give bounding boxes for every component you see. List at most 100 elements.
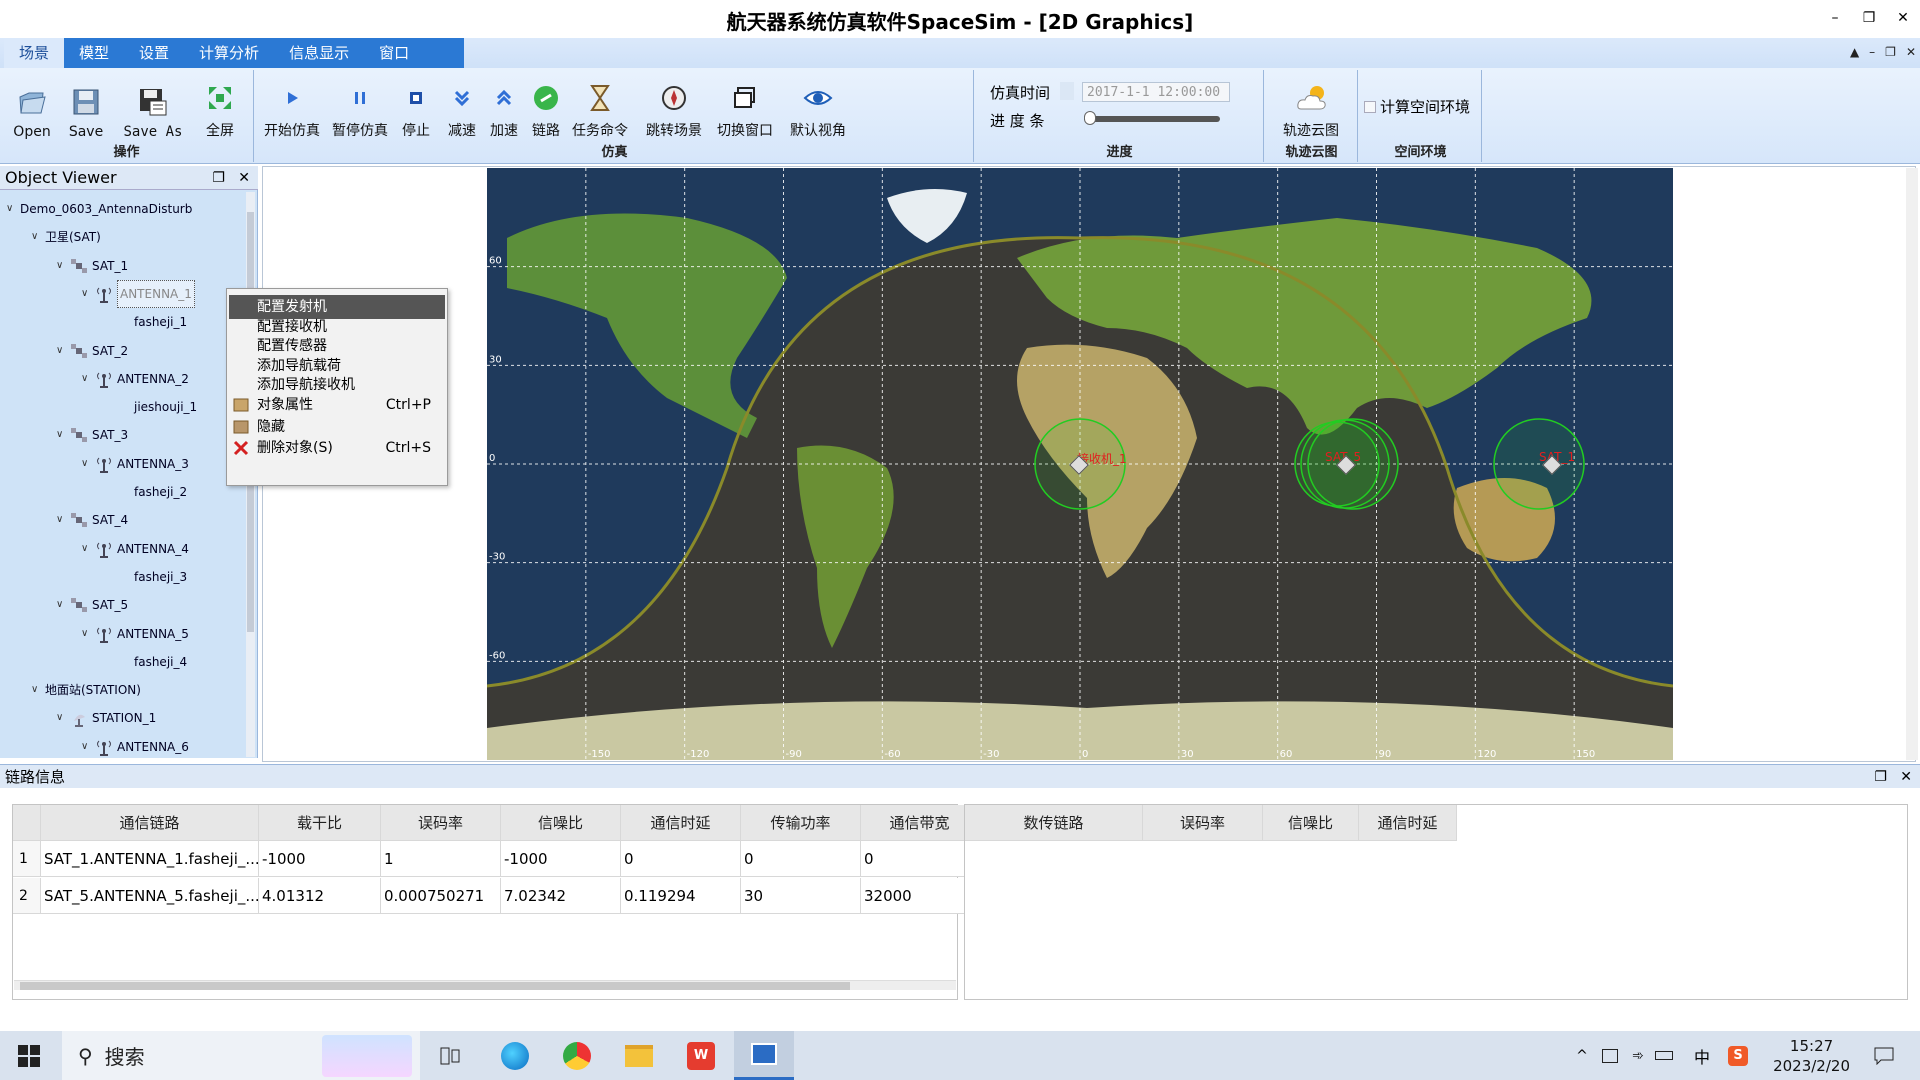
tree-item[interactable]: fasheji_3 xyxy=(120,564,187,590)
table-cell[interactable]: 0 xyxy=(741,841,861,877)
world-map[interactable]: -150 -120 -90 -60 -30 0 30 60 90 120 150 60 30 0 -30 -6… xyxy=(487,168,1673,760)
trajectory-cloud-button[interactable]: 轨迹云图 xyxy=(1276,72,1346,140)
expand-chevron-icon[interactable]: ∨ xyxy=(56,705,70,731)
speed-up-button[interactable]: 加速 xyxy=(484,72,524,140)
expand-chevron-icon[interactable]: ∨ xyxy=(56,592,70,618)
column-header[interactable]: 数传链路 xyxy=(965,805,1143,841)
tree-item[interactable]: ∨ ANTENNA_2 xyxy=(81,366,189,392)
tree-item[interactable]: ∨ SAT_1 xyxy=(56,253,128,279)
context-menu-item[interactable]: 删除对象(S) Ctrl+S xyxy=(229,436,445,460)
row-number[interactable]: 2 xyxy=(13,878,41,914)
mdi-close-icon[interactable]: ✕ xyxy=(1906,45,1916,59)
wifi-icon[interactable]: ➾ xyxy=(1626,1031,1650,1080)
column-header[interactable] xyxy=(13,805,41,841)
taskbar-search[interactable]: ⚲ 搜索 xyxy=(62,1031,420,1080)
mdi-restore-icon[interactable]: ❐ xyxy=(1885,45,1896,59)
tree-item[interactable]: fasheji_2 xyxy=(120,479,187,505)
column-header[interactable]: 通信时延 xyxy=(621,805,741,841)
tree-item[interactable]: ∨ SAT_5 xyxy=(56,592,128,618)
table-cell[interactable]: SAT_1.ANTENNA_1.fasheji_... xyxy=(41,841,259,877)
file-explorer-icon[interactable] xyxy=(616,1031,662,1080)
switch-window-button[interactable]: 切换窗口 xyxy=(712,72,778,140)
row-number[interactable]: 1 xyxy=(13,841,41,877)
tree-item[interactable]: fasheji_1 xyxy=(120,309,187,335)
tray-app-icon[interactable] xyxy=(1598,1031,1622,1080)
slow-down-button[interactable]: 减速 xyxy=(442,72,482,140)
default-view-button[interactable]: 默认视角 xyxy=(786,72,850,140)
menu-tab[interactable]: 设置 xyxy=(124,38,184,68)
menu-tab[interactable]: 场景 xyxy=(4,38,65,68)
sogou-ime-icon[interactable]: S xyxy=(1726,1031,1750,1080)
minimize-icon[interactable]: – xyxy=(1818,0,1852,36)
expand-chevron-icon[interactable]: ∨ xyxy=(31,224,45,250)
tree-item[interactable]: ∨ ANTENNA_1 xyxy=(81,279,195,308)
panel-close-icon[interactable]: ✕ xyxy=(238,170,250,186)
table-cell[interactable]: 1 xyxy=(381,841,501,877)
space-env-checkbox[interactable]: 计算空间环境 xyxy=(1364,96,1470,117)
column-header[interactable]: 信噪比 xyxy=(501,805,621,841)
tree-item[interactable]: ∨ ANTENNA_3 xyxy=(81,451,189,477)
menu-tab[interactable]: 计算分析 xyxy=(184,38,274,68)
column-header[interactable]: 信噪比 xyxy=(1263,805,1359,841)
expand-chevron-icon[interactable]: ∨ xyxy=(56,338,70,364)
table-cell[interactable]: 0 xyxy=(861,841,979,877)
expand-chevron-icon[interactable]: ∨ xyxy=(6,196,20,222)
column-header[interactable]: 误码率 xyxy=(381,805,501,841)
tree-item[interactable]: ∨ ANTENNA_5 xyxy=(81,621,189,647)
save-as-button[interactable]: Save As xyxy=(118,72,188,140)
table-cell[interactable]: -1000 xyxy=(501,841,621,877)
ime-indicator[interactable]: 中 xyxy=(1690,1031,1714,1080)
progress-slider-thumb[interactable] xyxy=(1084,111,1096,125)
checkbox-box[interactable] xyxy=(1364,100,1376,113)
menu-tab[interactable]: 窗口 xyxy=(364,38,424,68)
start-sim-button[interactable]: 开始仿真 xyxy=(262,72,322,140)
chrome-browser-icon[interactable] xyxy=(554,1031,600,1080)
expand-chevron-icon[interactable]: ∨ xyxy=(56,253,70,279)
panel-close-icon[interactable]: ✕ xyxy=(1900,769,1912,785)
tree-item[interactable]: ∨ SAT_3 xyxy=(56,422,128,448)
expand-chevron-icon[interactable]: ∨ xyxy=(31,677,45,703)
expand-chevron-icon[interactable]: ∨ xyxy=(81,536,95,562)
menu-tab[interactable]: 信息显示 xyxy=(274,38,364,68)
tree-item[interactable]: ∨ ANTENNA_4 xyxy=(81,536,189,562)
expand-chevron-icon[interactable]: ∨ xyxy=(81,621,95,647)
float-icon[interactable]: ❐ xyxy=(212,170,225,186)
column-header[interactable]: 传输功率 xyxy=(741,805,861,841)
expand-chevron-icon[interactable]: ∨ xyxy=(81,451,95,477)
close-icon[interactable]: ✕ xyxy=(1886,0,1920,36)
fullscreen-button[interactable]: 全屏 xyxy=(198,72,242,140)
jump-scene-button[interactable]: 跳转场景 xyxy=(642,72,706,140)
tree-item[interactable]: jieshouji_1 xyxy=(120,394,197,420)
spacesim-app-icon[interactable] xyxy=(734,1031,794,1080)
viewport-scrollbar[interactable] xyxy=(1906,168,1918,760)
save-button[interactable]: Save xyxy=(64,72,108,140)
progress-slider-track[interactable] xyxy=(1084,116,1220,122)
column-header[interactable]: 通信时延 xyxy=(1359,805,1457,841)
column-header[interactable]: 通信带宽 xyxy=(861,805,979,841)
task-view-icon[interactable] xyxy=(430,1031,470,1080)
table-cell[interactable]: 30 xyxy=(741,878,861,914)
expand-chevron-icon[interactable]: ∨ xyxy=(81,366,95,392)
start-button[interactable] xyxy=(0,1031,58,1080)
tree-item[interactable]: ∨ 地面站(STATION) xyxy=(31,677,141,703)
link-button[interactable]: 链路 xyxy=(526,72,566,140)
tray-chevron-icon[interactable]: ^ xyxy=(1570,1031,1594,1080)
table-cell[interactable]: -1000 xyxy=(259,841,381,877)
tree-item[interactable]: ∨ Demo_0603_AntennaDisturb xyxy=(6,196,192,222)
float-icon[interactable]: ❐ xyxy=(1874,769,1887,785)
tree-item[interactable]: ∨ ANTENNA_6 xyxy=(81,734,189,758)
column-header[interactable]: 误码率 xyxy=(1143,805,1263,841)
table-cell[interactable]: 0.119294 xyxy=(621,878,741,914)
expand-chevron-icon[interactable]: ∨ xyxy=(56,507,70,533)
table-cell[interactable]: 0.000750271 xyxy=(381,878,501,914)
tree-item[interactable]: ∨ SAT_4 xyxy=(56,507,128,533)
tree-item[interactable]: fasheji_4 xyxy=(120,649,187,675)
table-cell[interactable]: 7.02342 xyxy=(501,878,621,914)
table-cell[interactable]: 0 xyxy=(621,841,741,877)
mdi-minimize-icon[interactable]: – xyxy=(1869,45,1875,59)
tree-item[interactable]: ∨ 卫星(SAT) xyxy=(31,224,101,250)
table-cell[interactable]: 32000 xyxy=(861,878,979,914)
tree-item[interactable]: ∨ STATION_1 xyxy=(56,705,156,731)
task-command-button[interactable]: 任务命令 xyxy=(568,72,632,140)
table-cell[interactable]: 4.01312 xyxy=(259,878,381,914)
